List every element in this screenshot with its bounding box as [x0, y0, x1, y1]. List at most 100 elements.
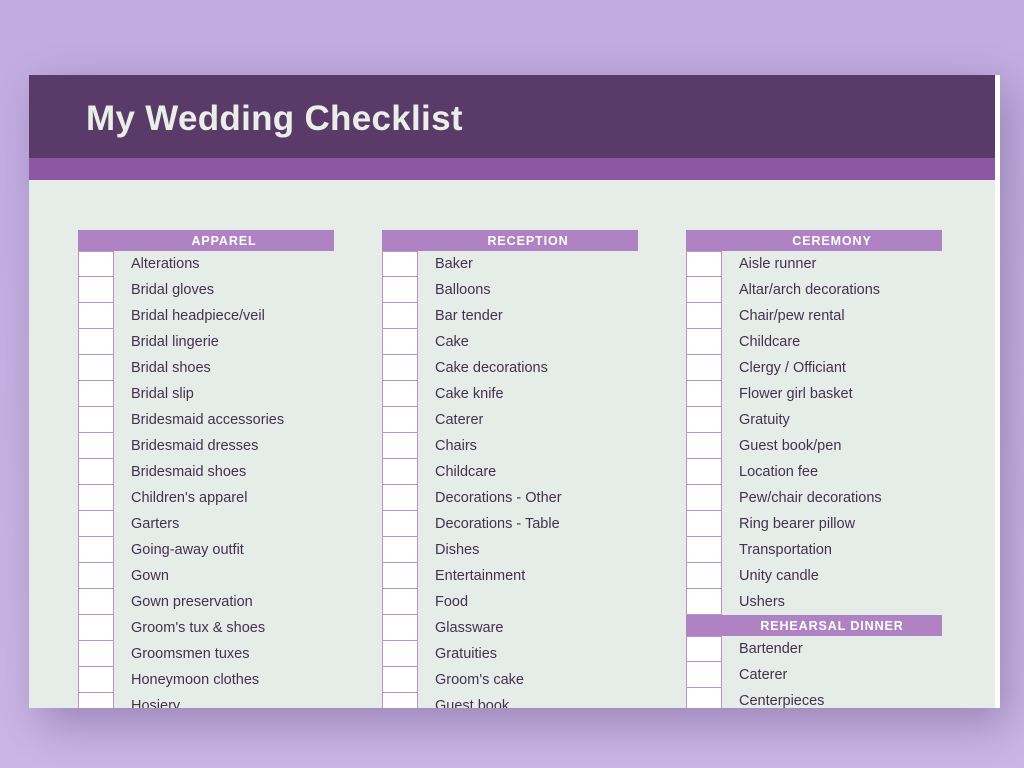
checklist-row: Gown preservation	[78, 589, 334, 615]
checkbox[interactable]	[382, 615, 418, 641]
checkbox[interactable]	[78, 459, 114, 485]
checklist-row: Childcare	[382, 459, 638, 485]
checklist-row: Gown	[78, 563, 334, 589]
checklist-row: Alterations	[78, 251, 334, 277]
checklist-row: Bridal gloves	[78, 277, 334, 303]
checklist-item-label: Baker	[435, 256, 473, 272]
checklist-item-label: Groomsmen tuxes	[131, 646, 250, 662]
checklist-row: Bridal shoes	[78, 355, 334, 381]
checklist-row: Baker	[382, 251, 638, 277]
checkbox[interactable]	[686, 511, 722, 537]
checkbox[interactable]	[382, 381, 418, 407]
checkbox[interactable]	[78, 537, 114, 563]
checkbox[interactable]	[78, 485, 114, 511]
checklist-item-label: Cake decorations	[435, 360, 548, 376]
checkbox[interactable]	[382, 537, 418, 563]
checkbox[interactable]	[382, 329, 418, 355]
checkbox[interactable]	[686, 251, 722, 277]
checklist-item-label: Centerpieces	[739, 693, 825, 708]
checklist-row: Guest book/pen	[686, 433, 942, 459]
checkbox[interactable]	[78, 667, 114, 693]
checklist-item-label: Bridesmaid shoes	[131, 464, 247, 480]
checklist-item-label: Flower girl basket	[739, 386, 853, 402]
checklist-item-label: Decorations - Other	[435, 490, 562, 506]
checklist-item-label: Guest book/pen	[739, 438, 842, 454]
checkbox[interactable]	[686, 485, 722, 511]
checkbox[interactable]	[382, 667, 418, 693]
checklist-item-label: Entertainment	[435, 568, 526, 584]
checklist-item-label: Honeymoon clothes	[131, 672, 260, 688]
checklist-item-label: Balloons	[435, 282, 491, 298]
checklist-row: Cake	[382, 329, 638, 355]
checklist-item-label: Bridal lingerie	[131, 334, 219, 350]
checkbox[interactable]	[686, 407, 722, 433]
section-header-spacer	[382, 230, 418, 251]
checkbox[interactable]	[78, 407, 114, 433]
checklist-item-label: Bridal headpiece/veil	[131, 308, 265, 324]
checklist-row: Decorations - Table	[382, 511, 638, 537]
checkbox[interactable]	[686, 329, 722, 355]
checkbox[interactable]	[78, 277, 114, 303]
checkbox[interactable]	[686, 688, 722, 708]
checkbox[interactable]	[382, 277, 418, 303]
checkbox[interactable]	[78, 433, 114, 459]
checkbox[interactable]	[382, 303, 418, 329]
checkbox[interactable]	[382, 693, 418, 708]
checklist-item-label: Transportation	[739, 542, 832, 558]
checkbox[interactable]	[382, 251, 418, 277]
checklist-item-label: Food	[435, 594, 469, 610]
checkbox[interactable]	[382, 589, 418, 615]
checkbox[interactable]	[686, 662, 722, 688]
checkbox[interactable]	[686, 636, 722, 662]
checklist-item-label: Gratuity	[739, 412, 790, 428]
checklist-item-label: Glassware	[435, 620, 504, 636]
checklist-row: Balloons	[382, 277, 638, 303]
section-header-label: CEREMONY	[792, 233, 872, 248]
checkbox[interactable]	[78, 381, 114, 407]
checkbox[interactable]	[686, 355, 722, 381]
checkbox[interactable]	[78, 511, 114, 537]
checklist-item-label: Groom's tux & shoes	[131, 620, 266, 636]
checklist-row: Bridal lingerie	[78, 329, 334, 355]
checkbox[interactable]	[382, 407, 418, 433]
checklist-row: Food	[382, 589, 638, 615]
checkbox[interactable]	[78, 615, 114, 641]
checklist-item-label: Bridal slip	[131, 386, 194, 402]
checkbox[interactable]	[686, 537, 722, 563]
checklist-column-apparel: APPAREL Alterations Bridal gloves Bridal h…	[78, 230, 334, 708]
checkbox[interactable]	[382, 563, 418, 589]
sheet-right-edge	[995, 75, 1000, 708]
checkbox[interactable]	[382, 433, 418, 459]
checkbox[interactable]	[686, 563, 722, 589]
checkbox[interactable]	[78, 251, 114, 277]
checkbox[interactable]	[686, 381, 722, 407]
checkbox[interactable]	[686, 433, 722, 459]
checklist-row: Caterer	[686, 662, 942, 688]
checklist-row: Children's apparel	[78, 485, 334, 511]
checkbox[interactable]	[78, 693, 114, 708]
checkbox[interactable]	[686, 459, 722, 485]
checklist-row: Bridesmaid accessories	[78, 407, 334, 433]
checklist-item-label: Bridal shoes	[131, 360, 211, 376]
checkbox[interactable]	[382, 641, 418, 667]
checkbox[interactable]	[382, 459, 418, 485]
checkbox[interactable]	[78, 329, 114, 355]
checklist-row: Altar/arch decorations	[686, 277, 942, 303]
checklist-row: Groom's tux & shoes	[78, 615, 334, 641]
checklist-item-label: Dishes	[435, 542, 480, 558]
checkbox[interactable]	[78, 589, 114, 615]
checkbox[interactable]	[78, 355, 114, 381]
checkbox[interactable]	[78, 563, 114, 589]
checklist-row: Ushers	[686, 589, 942, 615]
checkbox[interactable]	[686, 303, 722, 329]
checklist-row: Cake decorations	[382, 355, 638, 381]
checkbox[interactable]	[382, 485, 418, 511]
checkbox[interactable]	[686, 277, 722, 303]
checkbox[interactable]	[382, 355, 418, 381]
checkbox[interactable]	[78, 303, 114, 329]
checkbox[interactable]	[382, 511, 418, 537]
checkbox[interactable]	[78, 641, 114, 667]
checkbox[interactable]	[686, 589, 722, 615]
checklist-item-label: Garters	[131, 516, 180, 532]
checklist-item-label: Childcare	[435, 464, 497, 480]
